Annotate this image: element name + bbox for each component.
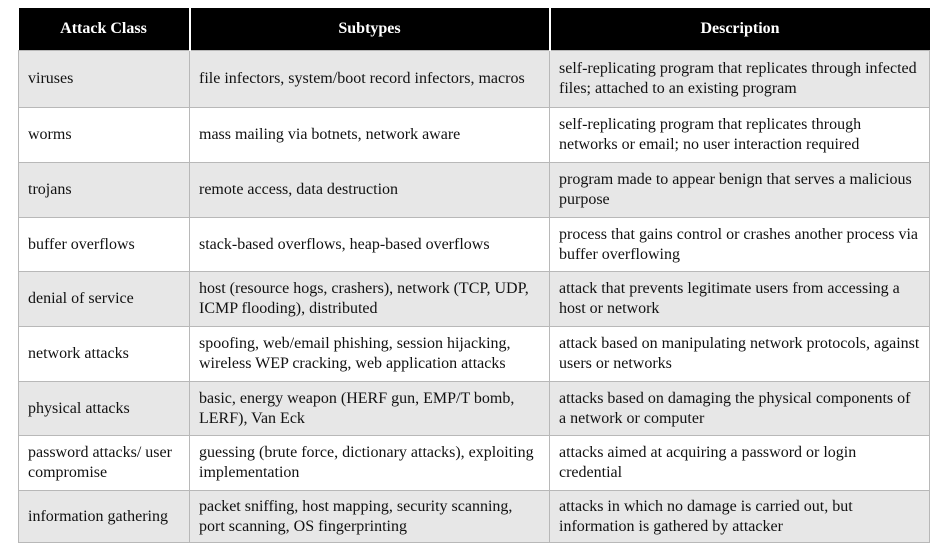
table-header: Attack Class Subtypes Description [18, 8, 930, 50]
cell-attack-class: physical attacks [18, 380, 190, 436]
table-row: network attacks spoofing, web/email phis… [18, 325, 930, 382]
cell-subtypes: spoofing, web/email phishing, session hi… [189, 325, 550, 382]
cell-attack-class: network attacks [18, 325, 190, 382]
table-row: denial of service host (resource hogs, c… [18, 270, 930, 327]
cell-attack-class: buffer overflows [18, 216, 190, 272]
cell-attack-class: password attacks/ user compromise [18, 434, 190, 491]
cell-description: attacks based on damaging the physical c… [549, 380, 930, 436]
table-row: information gathering packet sniffing, h… [18, 489, 930, 543]
cell-attack-class: denial of service [18, 270, 190, 327]
cell-description: attack that prevents legitimate users fr… [549, 270, 930, 327]
header-row: Attack Class Subtypes Description [18, 8, 930, 50]
cell-subtypes: mass mailing via botnets, network aware [189, 106, 550, 163]
cell-subtypes: remote access, data destruction [189, 161, 550, 218]
cell-attack-class: trojans [18, 161, 190, 218]
cell-attack-class: viruses [18, 49, 190, 108]
table-row: physical attacks basic, energy weapon (H… [18, 380, 930, 436]
table-row: trojans remote access, data destruction … [18, 161, 930, 218]
column-header-subtypes: Subtypes [188, 8, 551, 50]
cell-subtypes: stack-based overflows, heap-based overfl… [189, 216, 550, 272]
cell-description: process that gains control or crashes an… [549, 216, 930, 272]
table-row: viruses file infectors, system/boot reco… [18, 49, 930, 108]
table-row: password attacks/ user compromise guessi… [18, 434, 930, 491]
cell-subtypes: host (resource hogs, crashers), network … [189, 270, 550, 327]
cell-subtypes: guessing (brute force, dictionary attack… [189, 434, 550, 491]
column-header-attack-class: Attack Class [18, 8, 191, 50]
table-body: viruses file infectors, system/boot reco… [18, 49, 930, 543]
cell-description: attack based on manipulating network pro… [549, 325, 930, 382]
cell-subtypes: file infectors, system/boot record infec… [189, 49, 550, 108]
cell-description: attacks in which no damage is carried ou… [549, 489, 930, 543]
cell-description: attacks aimed at acquiring a password or… [549, 434, 930, 491]
table-row: worms mass mailing via botnets, network … [18, 106, 930, 163]
cell-attack-class: worms [18, 106, 190, 163]
attack-classes-table-container: Attack Class Subtypes Description viruse… [18, 8, 930, 543]
cell-attack-class: information gathering [18, 489, 190, 543]
column-header-description: Description [548, 8, 930, 50]
attack-classes-table: Attack Class Subtypes Description viruse… [18, 8, 930, 543]
cell-description: program made to appear benign that serve… [549, 161, 930, 218]
table-row: buffer overflows stack-based overflows, … [18, 216, 930, 272]
cell-subtypes: packet sniffing, host mapping, security … [189, 489, 550, 543]
cell-description: self-replicating program that replicates… [549, 49, 930, 108]
cell-subtypes: basic, energy weapon (HERF gun, EMP/T bo… [189, 380, 550, 436]
cell-description: self-replicating program that replicates… [549, 106, 930, 163]
